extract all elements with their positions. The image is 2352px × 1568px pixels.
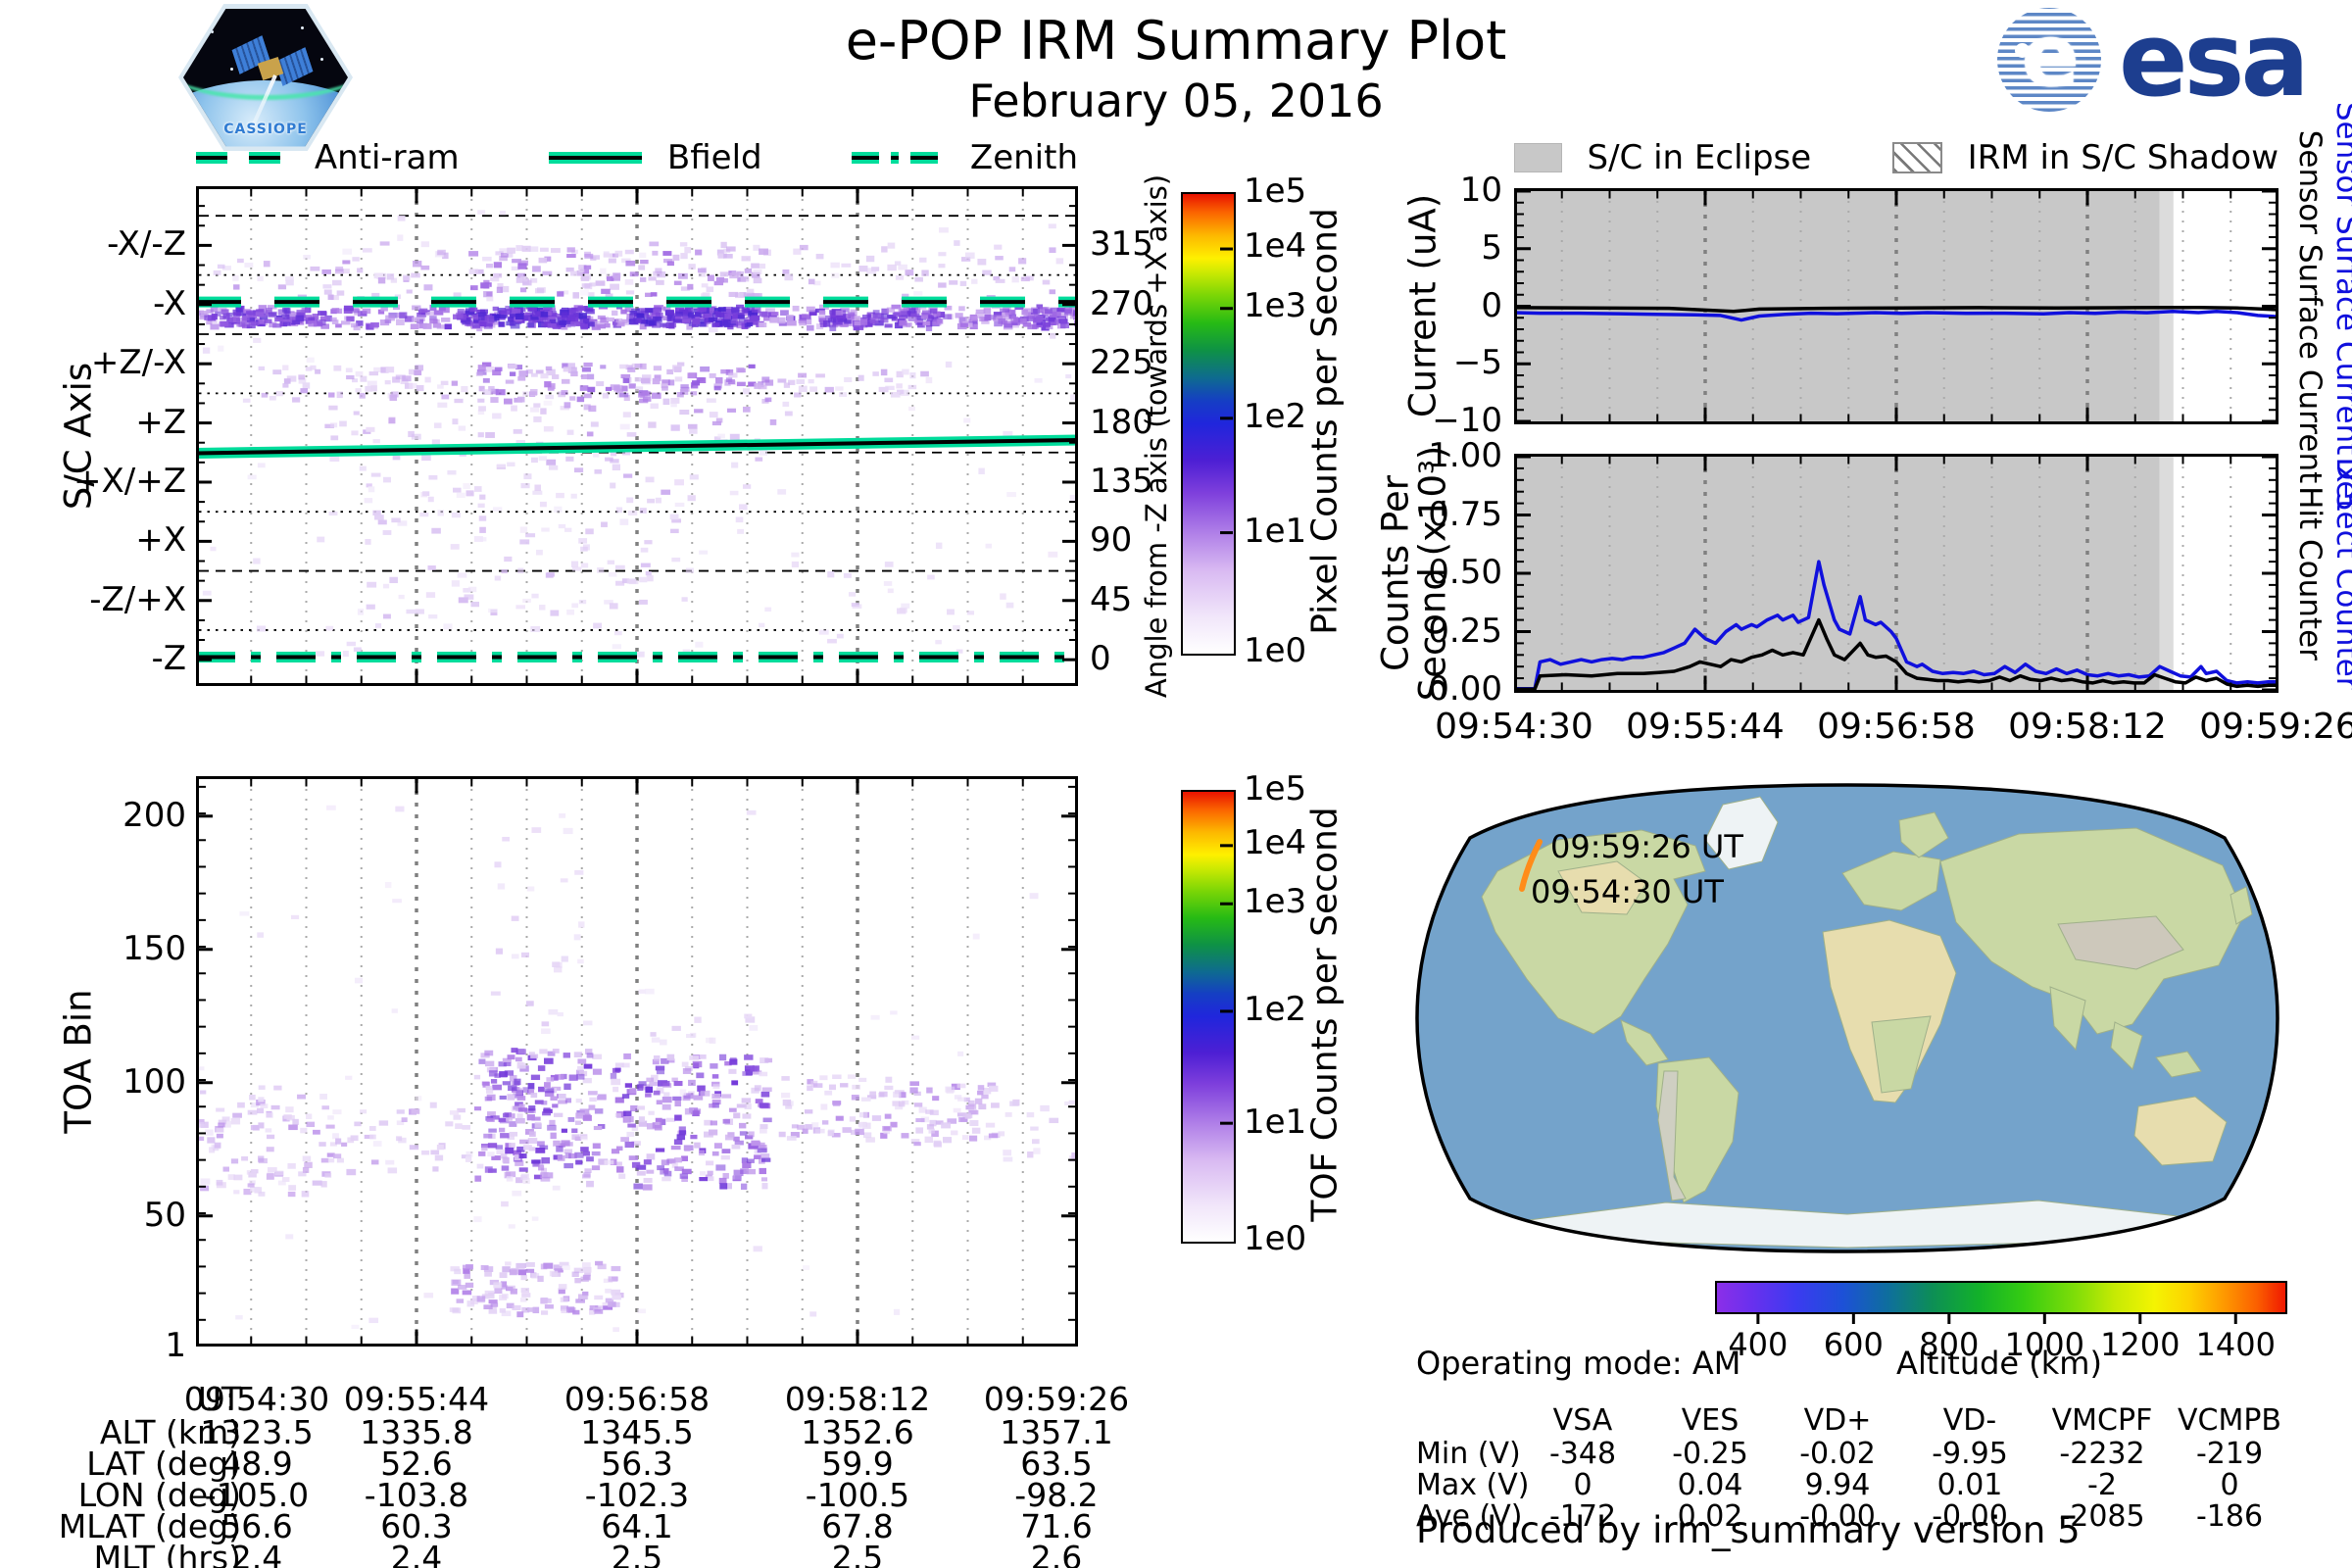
toa-heatmap-panel bbox=[196, 776, 1078, 1347]
tof-colorbar-tick-1e1: 1e1 bbox=[1244, 1102, 1306, 1142]
sensor-surface-current-x5-label: Sensor Surface Current x 5 bbox=[2329, 101, 2352, 511]
produced-by-footer: Produced by irm_summary version 5 bbox=[1416, 1509, 2081, 1551]
current-tick--5: −5 bbox=[1453, 343, 1502, 382]
pixel-colorbar-tick-1e3: 1e3 bbox=[1244, 286, 1306, 325]
table-cell: 2.5 bbox=[534, 1539, 740, 1568]
voltage-col-VCMPB: VCMPB bbox=[2141, 1403, 2318, 1438]
tof-colorbar-tick-1e0: 1e0 bbox=[1244, 1219, 1306, 1258]
angle-tick-135: 135 bbox=[1090, 462, 1153, 501]
voltage-cell: -219 bbox=[2141, 1437, 2318, 1471]
pixel-heatmap-panel bbox=[196, 186, 1078, 686]
toa-tick-50: 50 bbox=[144, 1196, 186, 1235]
counts-tick-0: 0.00 bbox=[1428, 669, 1502, 709]
octant-label--X: -X bbox=[153, 284, 186, 323]
pixel-colorbar-tick-1e2: 1e2 bbox=[1244, 397, 1306, 436]
tof-colorbar-tick-1e4: 1e4 bbox=[1244, 823, 1306, 862]
pixel-colorbar-tick-1e0: 1e0 bbox=[1244, 631, 1306, 670]
toa-tick-200: 200 bbox=[122, 796, 186, 835]
right-time-tick-0: 09:54:30 bbox=[1426, 707, 1602, 747]
operating-mode-label: Operating mode: AM bbox=[1416, 1345, 1740, 1382]
angle-tick-315: 315 bbox=[1090, 224, 1153, 264]
octant-label--Z/+X: -Z/+X bbox=[89, 580, 186, 619]
right-time-tick-1: 09:55:44 bbox=[1617, 707, 1793, 747]
detect-counter-label: Detect Counter bbox=[2329, 457, 2352, 689]
octant-label--X/-Z: -X/-Z bbox=[107, 224, 186, 264]
pixel-colorbar-tick-1e4: 1e4 bbox=[1244, 226, 1306, 266]
angle-tick-0: 0 bbox=[1090, 639, 1111, 678]
angle-tick-225: 225 bbox=[1090, 343, 1153, 382]
table-cell: 2.6 bbox=[954, 1539, 1159, 1568]
voltage-cell: 0 bbox=[2141, 1468, 2318, 1502]
current-tick-0: 0 bbox=[1481, 286, 1502, 325]
toa-tick-150: 150 bbox=[122, 929, 186, 968]
counts-tick-0.25: 0.25 bbox=[1428, 612, 1502, 651]
angle-tick-270: 270 bbox=[1090, 284, 1153, 323]
current-tick--10: −10 bbox=[1432, 401, 1502, 440]
current-tick-10: 10 bbox=[1460, 171, 1502, 210]
altitude-colorbar bbox=[1715, 1281, 2287, 1314]
hit-counter-label: Hit Counter bbox=[2292, 486, 2328, 661]
pixel-colorbar-ticks bbox=[1181, 192, 1240, 660]
octant-label-+X: +X bbox=[135, 520, 186, 560]
angle-tick-90: 90 bbox=[1090, 520, 1132, 560]
chart-layer: -X/-Z -X +Z/-X +Z +X/+Z +X -Z/+X -Z 315 270 225 180… bbox=[0, 0, 2352, 1568]
tof-colorbar-ticks bbox=[1181, 790, 1240, 1248]
track-start-label: 09:54:30 UT bbox=[1531, 873, 1724, 910]
voltage-cell: -186 bbox=[2141, 1499, 2318, 1534]
table-cell: 2.5 bbox=[755, 1539, 960, 1568]
tof-colorbar-tick-1e5: 1e5 bbox=[1244, 769, 1306, 808]
octant-label-+Z: +Z bbox=[135, 403, 186, 442]
sensor-current-panel bbox=[1514, 188, 2278, 424]
current-tick-5: 5 bbox=[1481, 228, 1502, 268]
counts-tick-1: 1.00 bbox=[1428, 436, 1502, 475]
angle-tick-45: 45 bbox=[1090, 580, 1132, 619]
pixel-colorbar-tick-1e1: 1e1 bbox=[1244, 512, 1306, 551]
angle-tick-180: 180 bbox=[1090, 403, 1153, 442]
toa-tick-100: 100 bbox=[122, 1062, 186, 1102]
octant-label-+Z/-X: +Z/-X bbox=[91, 343, 186, 382]
octant-label--Z: -Z bbox=[151, 639, 186, 678]
right-time-tick-4: 09:59:26 bbox=[2190, 707, 2352, 747]
counters-panel bbox=[1514, 454, 2278, 693]
right-time-tick-2: 09:56:58 bbox=[1808, 707, 1984, 747]
altitude-colorbar-label: Altitude (km) bbox=[1715, 1345, 2283, 1382]
table-cell: 2.4 bbox=[314, 1539, 519, 1568]
world-map bbox=[1411, 777, 2283, 1259]
toa-tick-1: 1 bbox=[165, 1326, 186, 1365]
tof-colorbar-tick-1e3: 1e3 bbox=[1244, 882, 1306, 921]
counts-tick-0.5: 0.50 bbox=[1428, 553, 1502, 592]
pixel-colorbar-tick-1e5: 1e5 bbox=[1244, 172, 1306, 211]
tof-colorbar-tick-1e2: 1e2 bbox=[1244, 990, 1306, 1029]
sensor-surface-current-label: Sensor Surface Current bbox=[2292, 129, 2328, 483]
counts-tick-0.75: 0.75 bbox=[1428, 495, 1502, 534]
right-time-tick-3: 09:58:12 bbox=[1999, 707, 2176, 747]
track-end-label: 09:59:26 UT bbox=[1550, 828, 1743, 865]
summary-plot-page: CASSIOPE e-POP IRM Summary Plot February… bbox=[0, 0, 2352, 1568]
octant-label-+X/+Z: +X/+Z bbox=[74, 462, 186, 501]
